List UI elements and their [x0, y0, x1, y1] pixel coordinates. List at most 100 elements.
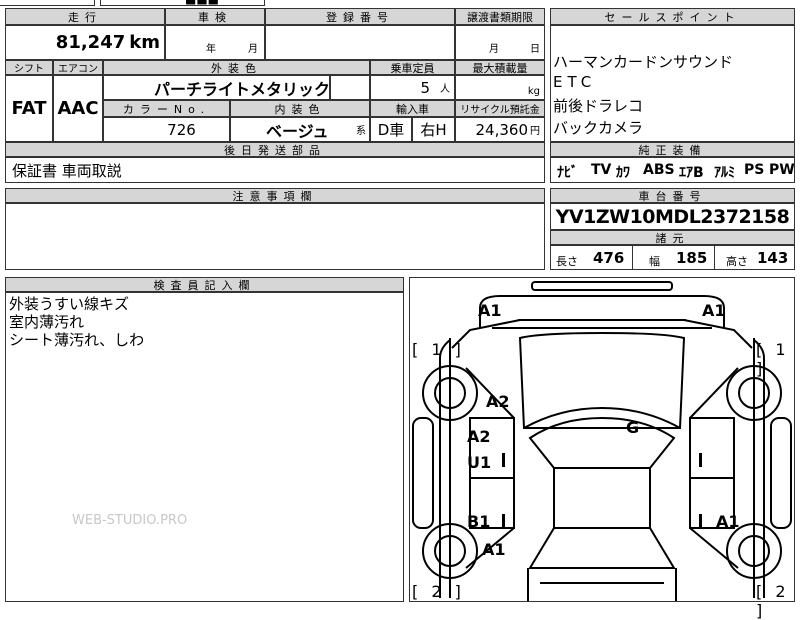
import-cell-1: D車 — [370, 117, 412, 142]
caution-box — [5, 203, 545, 270]
registration-value-cell — [265, 25, 455, 60]
capacity-unit: 人 — [440, 84, 450, 95]
capacity-header: 乗車定員 — [370, 60, 455, 75]
shaken-value-cell: 年 月 — [165, 25, 265, 60]
sales-point-item: ETC — [553, 73, 597, 91]
mileage-header: 走行 — [5, 8, 165, 25]
exterior-color-cell: パーチライトメタリック — [103, 75, 330, 100]
max-load-header: 最大積載量 — [455, 60, 545, 75]
sales-point-item: 前後ドラレコ — [553, 97, 644, 115]
color-no-value: 726 — [167, 120, 196, 139]
import-cell-2: 右H — [412, 117, 455, 142]
damage-label-a1-top-left: A1 — [478, 301, 502, 320]
inspector-note: 室内薄汚れ — [9, 313, 85, 331]
section-bracket-front-left: [ 1 ] — [412, 340, 465, 359]
sales-point-item: ハーマンカードンサウンド — [553, 53, 734, 71]
height-value: 143 — [757, 249, 789, 267]
equipment-item: ABS — [643, 162, 675, 178]
recycle-header: リサイクル預託金 — [455, 100, 545, 117]
max-load-unit: kg — [527, 86, 540, 97]
import-value-1: D車 — [377, 121, 405, 139]
top-partial-text: ■■■ — [185, 0, 219, 6]
inspector-header: 検査員記入欄 — [5, 277, 404, 292]
chassis-cell: YV1ZW10MDL2372158 — [550, 203, 795, 230]
later-parts-cell: 保証書 車両取説 — [5, 157, 545, 183]
inspector-note: シート薄汚れ、しわ — [9, 331, 145, 349]
dimensions-box: 長さ 476 幅 185 高さ 143 — [550, 245, 795, 270]
shift-header: シフト — [5, 60, 53, 75]
standard-equipment-box: ﾅﾋﾞ TV ｶﾜ ABS ｴｱB ｱﾙﾐ PS PW — [550, 157, 795, 183]
exterior-color-value: パーチライトメタリック — [154, 79, 330, 99]
damage-label-a1-rear-left: A1 — [482, 540, 506, 559]
dimension-divider — [714, 246, 715, 269]
aircon-value-cell: AAC — [53, 75, 103, 142]
top-partial-strip: ■■■ — [0, 0, 550, 6]
shaken-month-unit: 月 — [248, 44, 258, 55]
damage-label-b1-rear-door: B1 — [467, 512, 491, 531]
shaken-year-unit: 年 — [206, 44, 216, 55]
recycle-cell: 24,360 円 — [455, 117, 545, 142]
shift-value: FAT — [11, 98, 47, 119]
shaken-header: 車検 — [165, 8, 265, 25]
import-header: 輸入車 — [370, 100, 455, 117]
transfer-deadline-cell: 月 日 — [455, 25, 545, 60]
transfer-day-unit: 日 — [530, 44, 540, 55]
inspector-note: 外装うすい線キズ — [9, 295, 130, 313]
width-value: 185 — [676, 249, 708, 267]
damage-label-a1-top-right: A1 — [702, 301, 726, 320]
import-value-2: 右H — [420, 121, 447, 139]
transfer-deadline-header: 譲渡書類期限 — [455, 8, 545, 25]
mileage-unit: km — [129, 32, 160, 53]
equipment-item: PW — [769, 162, 795, 178]
sales-points-box: ハーマンカードンサウンド ETC 前後ドラレコ バックカメラ — [550, 25, 795, 142]
car-diagram-box: A1 A1 A2 G A2 U1 B1 A1 A1 [ 1 ] [ 1 ] [ … — [409, 277, 795, 620]
equipment-item: ｴｱB — [679, 165, 704, 181]
interior-color-cell: ベージュ 系 — [230, 117, 370, 142]
aircon-value: AAC — [57, 98, 99, 119]
damage-label-a1-rear-right: A1 — [716, 512, 740, 531]
exterior-color-extra-cell — [330, 75, 370, 100]
damage-label-g-windshield: G — [626, 418, 640, 437]
section-bracket-rear-right: [ 2 ] — [756, 582, 790, 620]
transfer-month-unit: 月 — [489, 44, 499, 55]
max-load-cell: kg — [455, 75, 545, 100]
shift-value-cell: FAT — [5, 75, 53, 142]
equipment-item: TV — [591, 162, 612, 178]
damage-label-a2-front-door: A2 — [467, 427, 491, 446]
height-label: 高さ — [726, 255, 748, 268]
interior-color-value: ベージュ — [266, 121, 329, 141]
capacity-cell: 5 人 — [370, 75, 455, 100]
exterior-color-header: 外装色 — [103, 60, 370, 75]
length-label: 長さ — [556, 255, 578, 268]
color-no-header: カラーNo. — [103, 100, 230, 117]
inspector-box: 外装うすい線キズ 室内薄汚れ シート薄汚れ、しわ WEB-STUDIO.PRO — [5, 292, 404, 602]
chassis-header: 車台番号 — [550, 188, 795, 203]
later-parts-header: 後日発送部品 — [5, 142, 545, 157]
dimension-divider — [632, 246, 633, 269]
color-no-cell: 726 — [103, 117, 230, 142]
equipment-item: ｶﾜ — [616, 165, 630, 181]
equipment-item: ｱﾙﾐ — [714, 165, 735, 181]
interior-color-header: 内装色 — [230, 100, 370, 117]
section-bracket-rear-left: [ 2 ] — [412, 582, 465, 601]
interior-color-suffix: 系 — [356, 126, 366, 137]
damage-label-u1-front-door: U1 — [467, 453, 492, 472]
equipment-item: PS — [744, 162, 765, 178]
caution-header: 注意事項欄 — [5, 188, 545, 203]
recycle-value: 24,360 — [475, 120, 529, 139]
recycle-unit: 円 — [530, 126, 540, 137]
section-bracket-front-right: [ 1 ] — [756, 340, 790, 378]
mileage-value-cell: 81,247 km — [5, 25, 165, 60]
later-parts-value: 保証書 車両取説 — [12, 161, 122, 180]
standard-equipment-header: 純正装備 — [550, 142, 795, 157]
equipment-item: ﾅﾋﾞ — [557, 165, 578, 181]
watermark: WEB-STUDIO.PRO — [72, 513, 188, 528]
sales-point-item: バックカメラ — [553, 119, 644, 137]
capacity-value: 5 — [420, 78, 430, 97]
sales-points-header: セールスポイント — [550, 8, 795, 25]
aircon-header: エアコン — [53, 60, 103, 75]
damage-label-a2-hood: A2 — [486, 392, 510, 411]
length-value: 476 — [593, 249, 625, 267]
dimensions-header: 諸元 — [550, 230, 795, 245]
registration-header: 登録番号 — [265, 8, 455, 25]
